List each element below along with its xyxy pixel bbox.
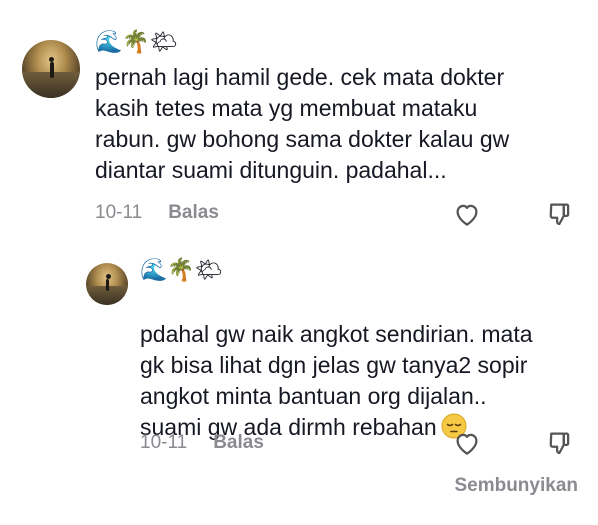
thumbs-down-icon[interactable]	[545, 199, 575, 229]
comment-text-content: pdahal gw naik angkot sendirian. mata gk…	[140, 321, 533, 440]
comment-username[interactable]: 🌊🌴🌤	[140, 258, 223, 284]
comment-date: 10-11	[140, 432, 188, 453]
heart-outline-icon[interactable]	[452, 199, 482, 229]
reply-button[interactable]: Balas	[213, 432, 264, 453]
comment-reply: 🌊🌴🌤 pdahal gw naik angkot sendirian. mat…	[0, 240, 598, 470]
hide-replies-button[interactable]: Sembunyikan	[454, 475, 578, 497]
reply-button[interactable]: Balas	[168, 202, 219, 223]
comment-meta: 10-11 Balas	[95, 202, 219, 224]
thumbs-down-icon[interactable]	[545, 428, 575, 458]
comment-text: pernah lagi hamil gede. cek mata dokter …	[95, 64, 510, 183]
avatar[interactable]	[86, 263, 128, 305]
heart-outline-icon[interactable]	[452, 428, 482, 458]
comment-text: pdahal gw naik angkot sendirian. mata gk…	[140, 288, 533, 443]
comment-parent: 🌊🌴🌤 pernah lagi hamil gede. cek mata dok…	[0, 0, 598, 240]
comment-username[interactable]: 🌊🌴🌤	[95, 30, 178, 56]
avatar[interactable]	[22, 40, 80, 98]
comment-date: 10-11	[95, 202, 143, 223]
comment-meta: 10-11 Balas	[140, 432, 264, 454]
